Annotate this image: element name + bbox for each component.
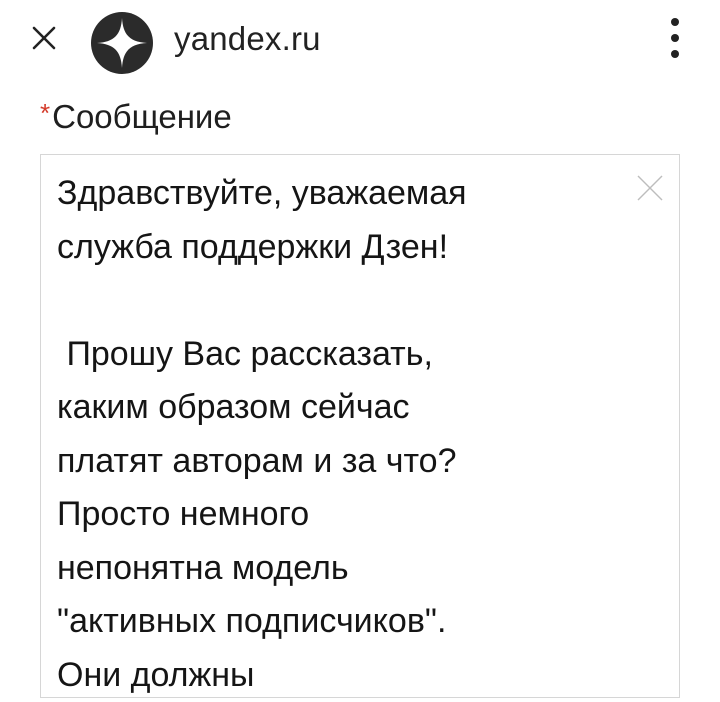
clear-icon[interactable] [635, 173, 665, 203]
message-text: Здравствуйте, уважаемая служба поддержки… [57, 174, 467, 694]
clear-icon-glyph [637, 175, 663, 201]
required-asterisk: * [40, 98, 51, 128]
zen-logo-icon [91, 12, 153, 74]
resize-handle-glyph [670, 695, 676, 698]
browser-toolbar: yandex.ru [0, 0, 720, 80]
message-field-label: *Сообщение [40, 98, 232, 136]
close-icon[interactable] [26, 20, 62, 56]
message-label-text: Сообщение [52, 98, 232, 135]
resize-handle[interactable] [670, 688, 676, 694]
more-vertical-icon[interactable] [660, 16, 690, 60]
message-textarea[interactable]: Здравствуйте, уважаемая служба поддержки… [40, 154, 680, 698]
close-icon-glyph [32, 26, 56, 50]
site-domain: yandex.ru [174, 20, 321, 57]
